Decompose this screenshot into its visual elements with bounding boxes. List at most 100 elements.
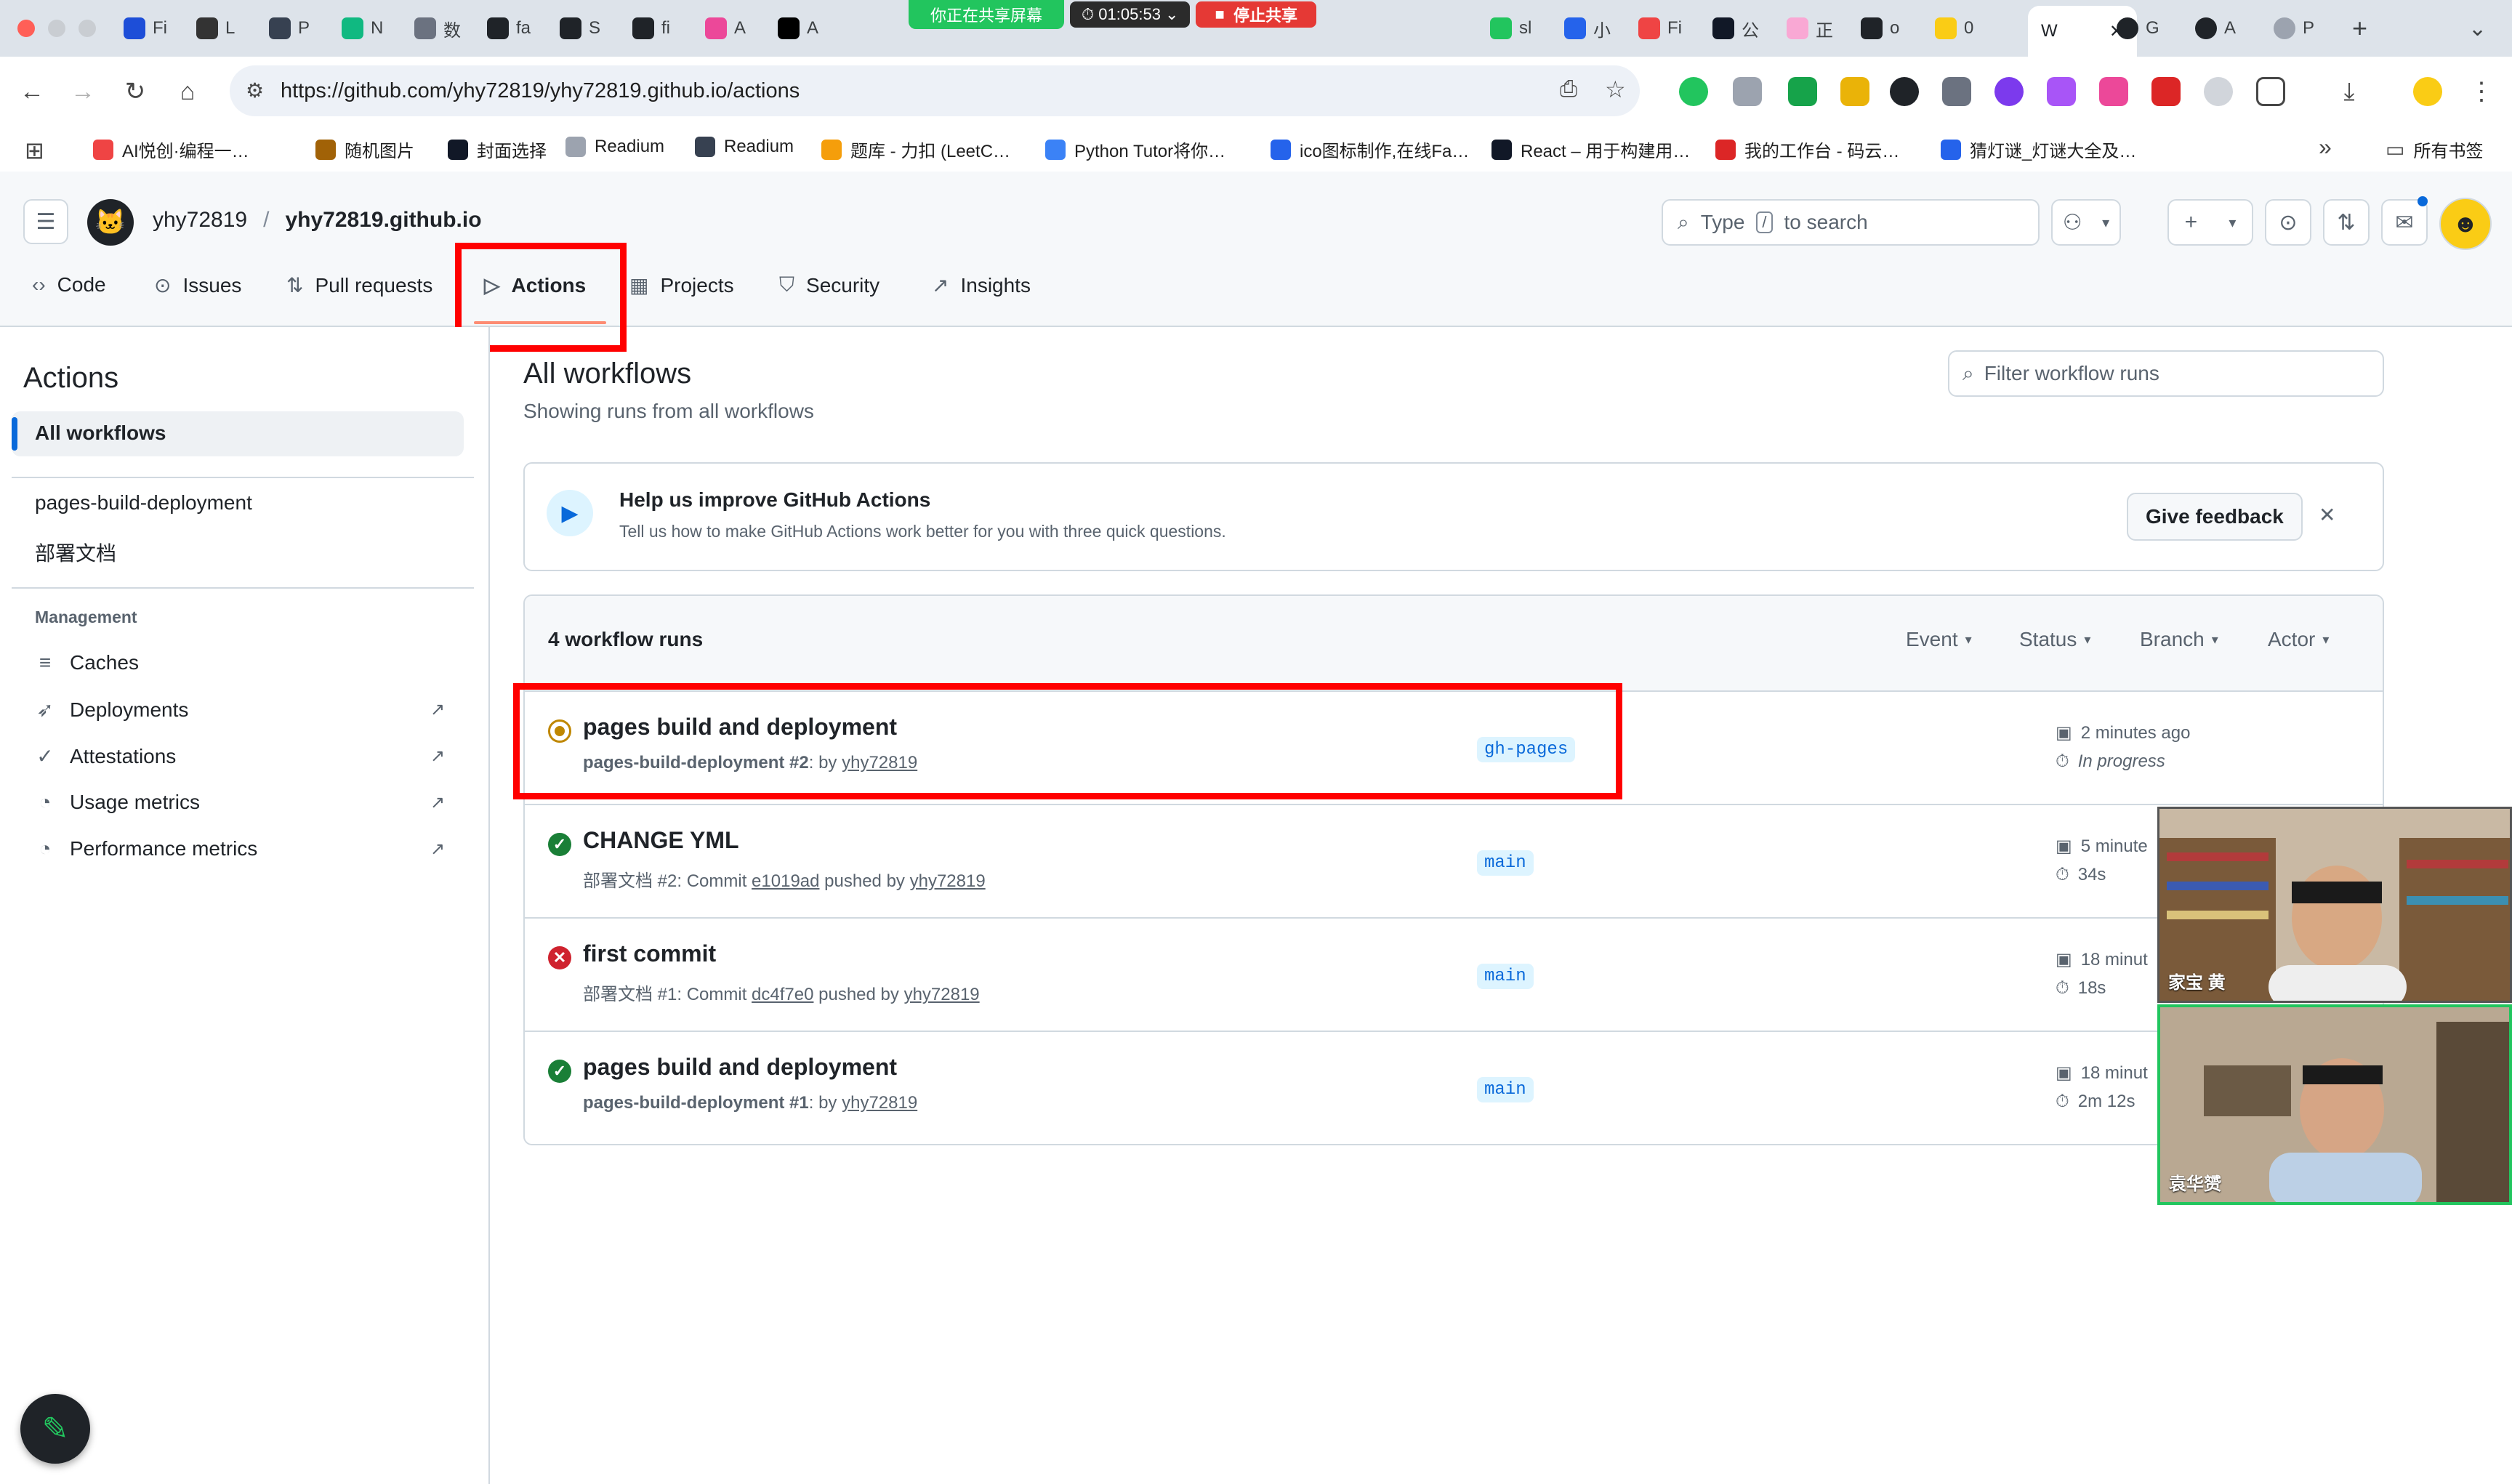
extension-icon-3[interactable] (1788, 77, 1817, 106)
run-title[interactable]: first commit (583, 940, 716, 967)
back-arrow-icon[interactable]: ← (16, 76, 48, 108)
branch-label[interactable]: main (1477, 964, 1534, 989)
browser-tab[interactable]: P (2274, 12, 2314, 45)
window-zoom-button[interactable] (78, 20, 96, 37)
create-new-button[interactable]: + ▾ (2167, 199, 2253, 246)
run-title[interactable]: pages build and deployment (583, 1054, 897, 1081)
bookmark-item[interactable]: 猜灯谜_灯谜大全及… (1941, 137, 2136, 162)
extension-icon-9[interactable] (2099, 77, 2128, 106)
bookmark-item[interactable]: React – 用于构建用… (1492, 137, 1690, 162)
repo-owner-link[interactable]: yhy72819 (153, 208, 247, 233)
stop-sharing-button[interactable]: ■ 停止共享 (1196, 1, 1317, 28)
browser-tab[interactable]: A (2195, 12, 2236, 45)
run-user-link[interactable]: yhy72819 (842, 1093, 917, 1113)
profile-extension-icon[interactable] (2204, 77, 2233, 106)
extension-icon-1[interactable] (1679, 77, 1708, 106)
repo-tab-pull-requests[interactable]: ⇅ Pull requests (286, 273, 432, 297)
screen-share-timer[interactable]: ⏱ 01:05:53 ⌄ (1070, 1, 1191, 28)
extension-icon-8[interactable] (2047, 77, 2076, 106)
browser-tab[interactable]: L (196, 12, 235, 45)
browser-tab[interactable]: 0 (1935, 12, 1973, 45)
repo-tab-security[interactable]: ⛉ Security (779, 273, 879, 297)
workflow-run-row[interactable]: ✕ first commit 部署文档 #1: Commit dc4f7e0 pus… (525, 917, 2383, 1032)
bookmarks-more-button[interactable]: » (2319, 134, 2332, 161)
new-tab-button[interactable]: + (2352, 12, 2367, 45)
sidebar-item-performance-metrics[interactable]: ◔ Performance metrics (35, 837, 258, 860)
user-avatar[interactable]: ☻ (2439, 198, 2492, 250)
filter-event-dropdown[interactable]: Event ▾ (1906, 628, 1972, 651)
sidebar-workflow-docs[interactable]: 部署文档 (35, 538, 116, 567)
bookmark-item[interactable]: Python Tutor将你… (1045, 137, 1225, 162)
run-user-link[interactable]: yhy72819 (904, 985, 980, 1004)
download-icon[interactable]: ⤓ (2333, 76, 2365, 108)
issues-icon[interactable]: ⊙ (2265, 199, 2311, 246)
branch-label[interactable]: main (1477, 1077, 1534, 1102)
all-bookmarks-button[interactable]: ▭ 所有书签 (2386, 137, 2483, 162)
browser-tab[interactable]: A (778, 12, 818, 45)
address-bar[interactable]: ⚙ https://github.com/yhy72819/yhy72819.g… (230, 65, 1640, 116)
browser-tab[interactable]: 数 (414, 12, 461, 45)
install-app-icon[interactable]: ⎙ (1560, 77, 1577, 102)
repo-tab-issues[interactable]: ⊙ Issues (154, 273, 241, 297)
browser-tab[interactable]: 公 (1712, 12, 1759, 45)
commit-sha-link[interactable]: dc4f7e0 (752, 985, 813, 1004)
camera-extension-icon[interactable] (1733, 77, 1762, 106)
hamburger-menu-icon[interactable]: ☰ (23, 199, 68, 244)
window-minimize-button[interactable] (48, 20, 65, 37)
sidebar-workflow-pages[interactable]: pages-build-deployment (35, 491, 252, 515)
browser-tab[interactable]: S (560, 12, 600, 45)
window-close-button[interactable] (17, 20, 35, 37)
give-feedback-button[interactable]: Give feedback (2127, 493, 2303, 541)
filter-status-dropdown[interactable]: Status ▾ (2019, 628, 2090, 651)
browser-menu-icon[interactable]: ⋮ (2465, 76, 2497, 108)
home-icon[interactable]: ⌂ (172, 76, 204, 108)
bookmark-item[interactable]: 封面选择 (448, 137, 547, 162)
extension-icon-4[interactable] (1840, 77, 1869, 106)
video-tile-2[interactable]: 袁华赟 (2157, 1004, 2512, 1205)
commit-sha-link[interactable]: e1019ad (752, 871, 819, 891)
browser-tab[interactable]: P (269, 12, 310, 45)
floating-edit-button[interactable]: ✎ (20, 1394, 90, 1464)
workflow-run-row[interactable]: ✓ CHANGE YML 部署文档 #2: Commit e1019ad pushe… (525, 804, 2383, 919)
filter-workflow-runs-input[interactable]: ⌕ Filter workflow runs (1948, 350, 2384, 397)
browser-tab[interactable]: Fi (1638, 12, 1682, 45)
translate-extension-icon[interactable] (1942, 77, 1971, 106)
bookmark-item[interactable]: AI悦创·编程一… (93, 137, 249, 162)
reload-icon[interactable]: ↻ (119, 76, 151, 108)
forward-arrow-icon[interactable]: → (67, 76, 99, 108)
run-user-link[interactable]: yhy72819 (910, 871, 986, 891)
browser-tab[interactable]: Fi (124, 12, 167, 45)
browser-tab[interactable]: N (342, 12, 383, 45)
sidebar-item-deployments[interactable]: ➶ Deployments (35, 698, 188, 722)
search-input[interactable]: ⌕ Type / to search (1662, 199, 2040, 246)
branch-label[interactable]: main (1477, 850, 1534, 876)
repo-tab-code[interactable]: ‹› Code (32, 273, 106, 297)
bookmark-item[interactable]: Readium (565, 137, 664, 157)
bookmark-item[interactable]: ico图标制作,在线Fa… (1271, 137, 1469, 162)
extensions-puzzle-icon[interactable] (2256, 77, 2285, 106)
bookmark-item[interactable]: 随机图片 (315, 137, 414, 162)
sidebar-item-caches[interactable]: ≡ Caches (35, 651, 139, 674)
repo-tab-insights[interactable]: ↗ Insights (932, 273, 1031, 297)
sidebar-item-usage-metrics[interactable]: ◔ Usage metrics (35, 791, 200, 814)
browser-tab[interactable]: sl (1490, 12, 1531, 45)
browser-tab[interactable]: fi (632, 12, 670, 45)
run-title[interactable]: CHANGE YML (583, 827, 739, 854)
filter-actor-dropdown[interactable]: Actor ▾ (2268, 628, 2329, 651)
bookmark-item[interactable]: 题库 - 力扣 (LeetC… (821, 137, 1010, 162)
browser-tab[interactable]: 正 (1787, 12, 1833, 45)
repo-tab-projects[interactable]: ▦ Projects (629, 273, 734, 297)
browser-tab[interactable]: A (705, 12, 746, 45)
browser-tab[interactable]: 小 (1564, 12, 1611, 45)
github-logo-icon[interactable]: 🐱 (87, 199, 134, 246)
filter-branch-dropdown[interactable]: Branch ▾ (2140, 628, 2218, 651)
sidebar-item-attestations[interactable]: ✓ Attestations (35, 744, 176, 768)
extension-icon-7[interactable] (1994, 77, 2024, 106)
tab-search-chevron-icon[interactable]: ⌄ (2468, 12, 2487, 45)
site-info-icon[interactable]: ⚙ (246, 78, 264, 102)
sidebar-item-all-workflows[interactable]: All workflows (12, 411, 464, 456)
github-extension-icon[interactable] (1890, 77, 1919, 106)
browser-tab[interactable]: G (2117, 12, 2159, 45)
browser-tab[interactable]: fa (487, 12, 531, 45)
close-icon[interactable]: ✕ (2319, 503, 2335, 527)
